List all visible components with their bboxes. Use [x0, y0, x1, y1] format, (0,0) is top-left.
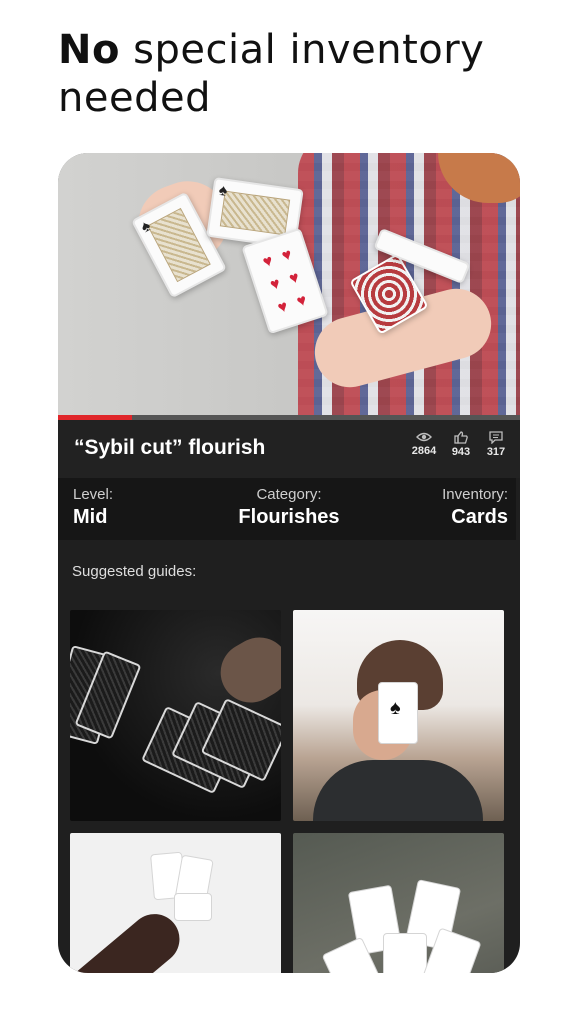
eye-icon: [416, 432, 432, 442]
playing-card-illustration: [174, 893, 212, 921]
category-label: Category:: [256, 486, 322, 503]
video-player[interactable]: ♠ ♠ ♥ ♥ ♥ ♥ ♥ ♥: [58, 153, 520, 415]
level-value: Mid: [73, 506, 108, 528]
likes-count: 943: [451, 446, 471, 458]
comment-icon: [489, 431, 503, 444]
category-value: Flourishes: [238, 506, 340, 528]
video-title-bar: “Sybil cut” flourish 2864 943 317: [58, 420, 520, 478]
suggested-guide-thumbnail-1[interactable]: [70, 610, 281, 821]
likes-stat[interactable]: 943: [441, 431, 481, 458]
shirt-illustration: [313, 760, 483, 821]
suggested-guide-thumbnail-2[interactable]: ♠: [293, 610, 504, 821]
headline: No special inventory needed: [58, 26, 538, 122]
ace-of-spades-card: ♠: [378, 682, 418, 744]
views-count: 2864: [411, 445, 437, 457]
level-label: Level:: [73, 486, 114, 503]
video-title: “Sybil cut” flourish: [74, 436, 266, 459]
thumbs-up-icon: [454, 431, 468, 444]
playing-card-illustration: [383, 933, 427, 973]
hand-illustration: [209, 626, 281, 714]
suggested-guides-label: Suggested guides:: [72, 563, 197, 580]
inventory-info: Inventory: Cards: [442, 486, 508, 529]
inventory-label: Inventory:: [442, 486, 508, 503]
suggested-guide-thumbnail-4[interactable]: [293, 833, 504, 973]
level-info: Level: Mid: [73, 486, 113, 529]
inventory-value: Cards: [451, 506, 508, 528]
guide-info-bar: Level: Mid Category: Flourishes Inventor…: [58, 478, 516, 540]
headline-bold: No: [58, 27, 120, 73]
arm-illustration: [70, 903, 190, 973]
comments-count: 317: [486, 446, 506, 458]
views-stat: 2864: [404, 431, 444, 457]
headline-rest: special inventory needed: [58, 27, 485, 121]
phone-screen: ♠ ♠ ♥ ♥ ♥ ♥ ♥ ♥ “Sybil cut” flourish 2864: [58, 153, 520, 973]
comments-stat[interactable]: 317: [476, 431, 516, 458]
category-info: Category: Flourishes: [228, 486, 350, 529]
spade-icon: ♠: [390, 697, 401, 719]
suggested-guide-thumbnail-3[interactable]: [70, 833, 281, 973]
